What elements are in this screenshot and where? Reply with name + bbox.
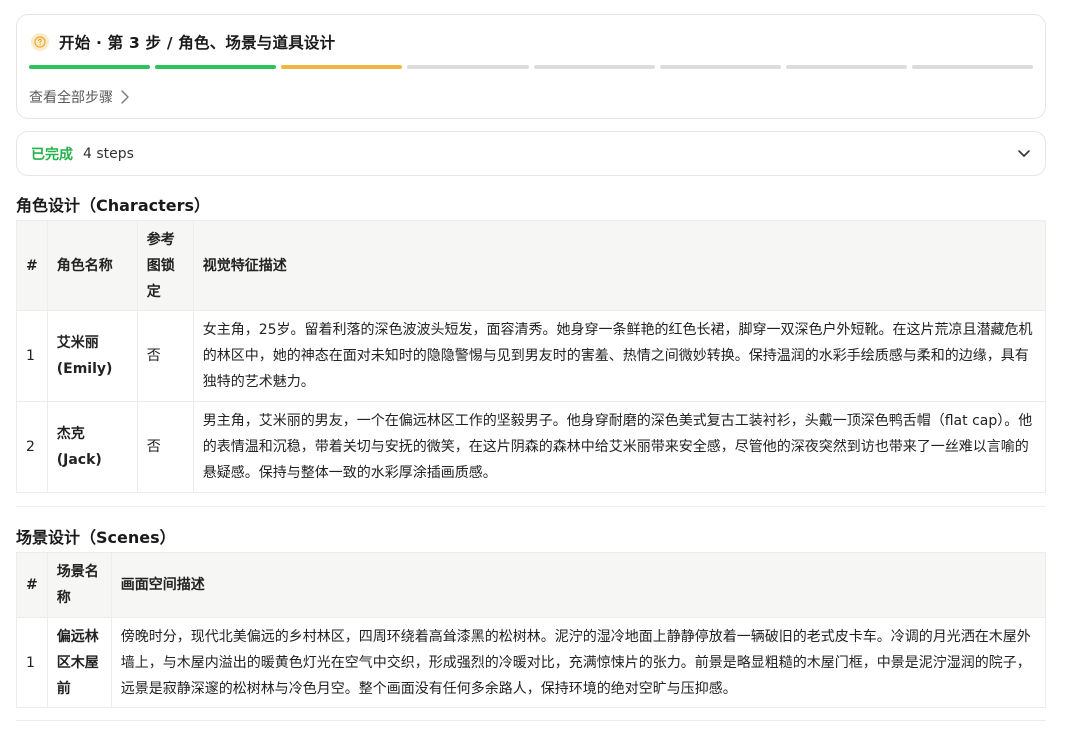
column-header: 角色名称 — [46, 220, 138, 311]
completed-count: 4 steps — [83, 145, 134, 162]
progress-segment-active — [281, 65, 403, 69]
column-header: 画面空间描述 — [110, 552, 1047, 618]
column-header: 参考图锁定 — [136, 220, 194, 311]
progress-segment-todo — [659, 65, 781, 69]
row-number: 2 — [16, 401, 48, 493]
section-divider — [16, 506, 1046, 507]
visual-description: 女主角，25岁。留着利落的深色波波头短发，面容清秀。她身穿一条鲜艳的红色长裙，脚… — [192, 310, 1047, 402]
chevron-down-icon — [1018, 150, 1030, 157]
characters-table: # 角色名称 参考图锁定 视觉特征描述 1 艾米丽 (Emily) 否 女主角，… — [16, 220, 1047, 493]
column-header: 场景名称 — [46, 552, 112, 618]
row-number: 1 — [16, 617, 48, 708]
progress-segment-todo — [911, 65, 1033, 69]
scene-description: 傍晚时分，现代北美偏远的乡村林区，四周环绕着高耸漆黑的松树林。泥泞的湿冷地面上静… — [110, 617, 1047, 708]
completed-steps-toggle[interactable]: 已完成 4 steps — [16, 131, 1046, 176]
column-header: 视觉特征描述 — [192, 220, 1047, 311]
visual-description: 男主角，艾米丽的男友，一个在偏远林区工作的坚毅男子。他身穿耐磨的深色美式复古工装… — [192, 401, 1047, 493]
table-header-row: # 角色名称 参考图锁定 视觉特征描述 — [16, 220, 1047, 311]
progress-segment-done — [155, 65, 277, 69]
progress-segment-todo — [785, 65, 907, 69]
characters-heading: 角色设计（Characters） — [16, 196, 211, 215]
completed-label: 已完成 — [31, 146, 73, 163]
question-circle-icon — [31, 33, 49, 51]
column-header: # — [16, 220, 48, 311]
character-name: 艾米丽 (Emily) — [46, 310, 138, 402]
view-all-steps-link[interactable]: 查看全部步骤 — [29, 87, 129, 107]
table-row: 1 艾米丽 (Emily) 否 女主角，25岁。留着利落的深色波波头短发，面容清… — [16, 310, 1047, 402]
progress-segment-done — [29, 65, 151, 69]
step-progress-bar — [29, 65, 1033, 69]
reference-lock: 否 — [136, 310, 194, 402]
view-all-steps-label: 查看全部步骤 — [29, 90, 113, 106]
reference-lock: 否 — [136, 401, 194, 493]
row-number: 1 — [16, 310, 48, 402]
progress-segment-todo — [533, 65, 655, 69]
character-name: 杰克 (Jack) — [46, 401, 138, 493]
table-row: 1 偏远林区木屋前 傍晚时分，现代北美偏远的乡村林区，四周环绕着高耸漆黑的松树林… — [16, 617, 1047, 708]
table-header-row: # 场景名称 画面空间描述 — [16, 552, 1047, 618]
scenes-table: # 场景名称 画面空间描述 1 偏远林区木屋前 傍晚时分，现代北美偏远的乡村林区… — [16, 552, 1047, 708]
chevron-right-icon — [121, 90, 129, 104]
bottom-divider — [16, 720, 1046, 721]
scenes-heading: 场景设计（Scenes） — [16, 528, 176, 547]
column-header: # — [16, 552, 48, 618]
progress-segment-todo — [407, 65, 529, 69]
scene-name: 偏远林区木屋前 — [46, 617, 112, 708]
step-title: 开始 · 第 3 步 / 角色、场景与道具设计 — [59, 34, 336, 52]
step-title-row: 开始 · 第 3 步 / 角色、场景与道具设计 — [31, 31, 335, 53]
table-row: 2 杰克 (Jack) 否 男主角，艾米丽的男友，一个在偏远林区工作的坚毅男子。… — [16, 401, 1047, 493]
step-card: 开始 · 第 3 步 / 角色、场景与道具设计 查看全部步骤 — [16, 14, 1046, 119]
